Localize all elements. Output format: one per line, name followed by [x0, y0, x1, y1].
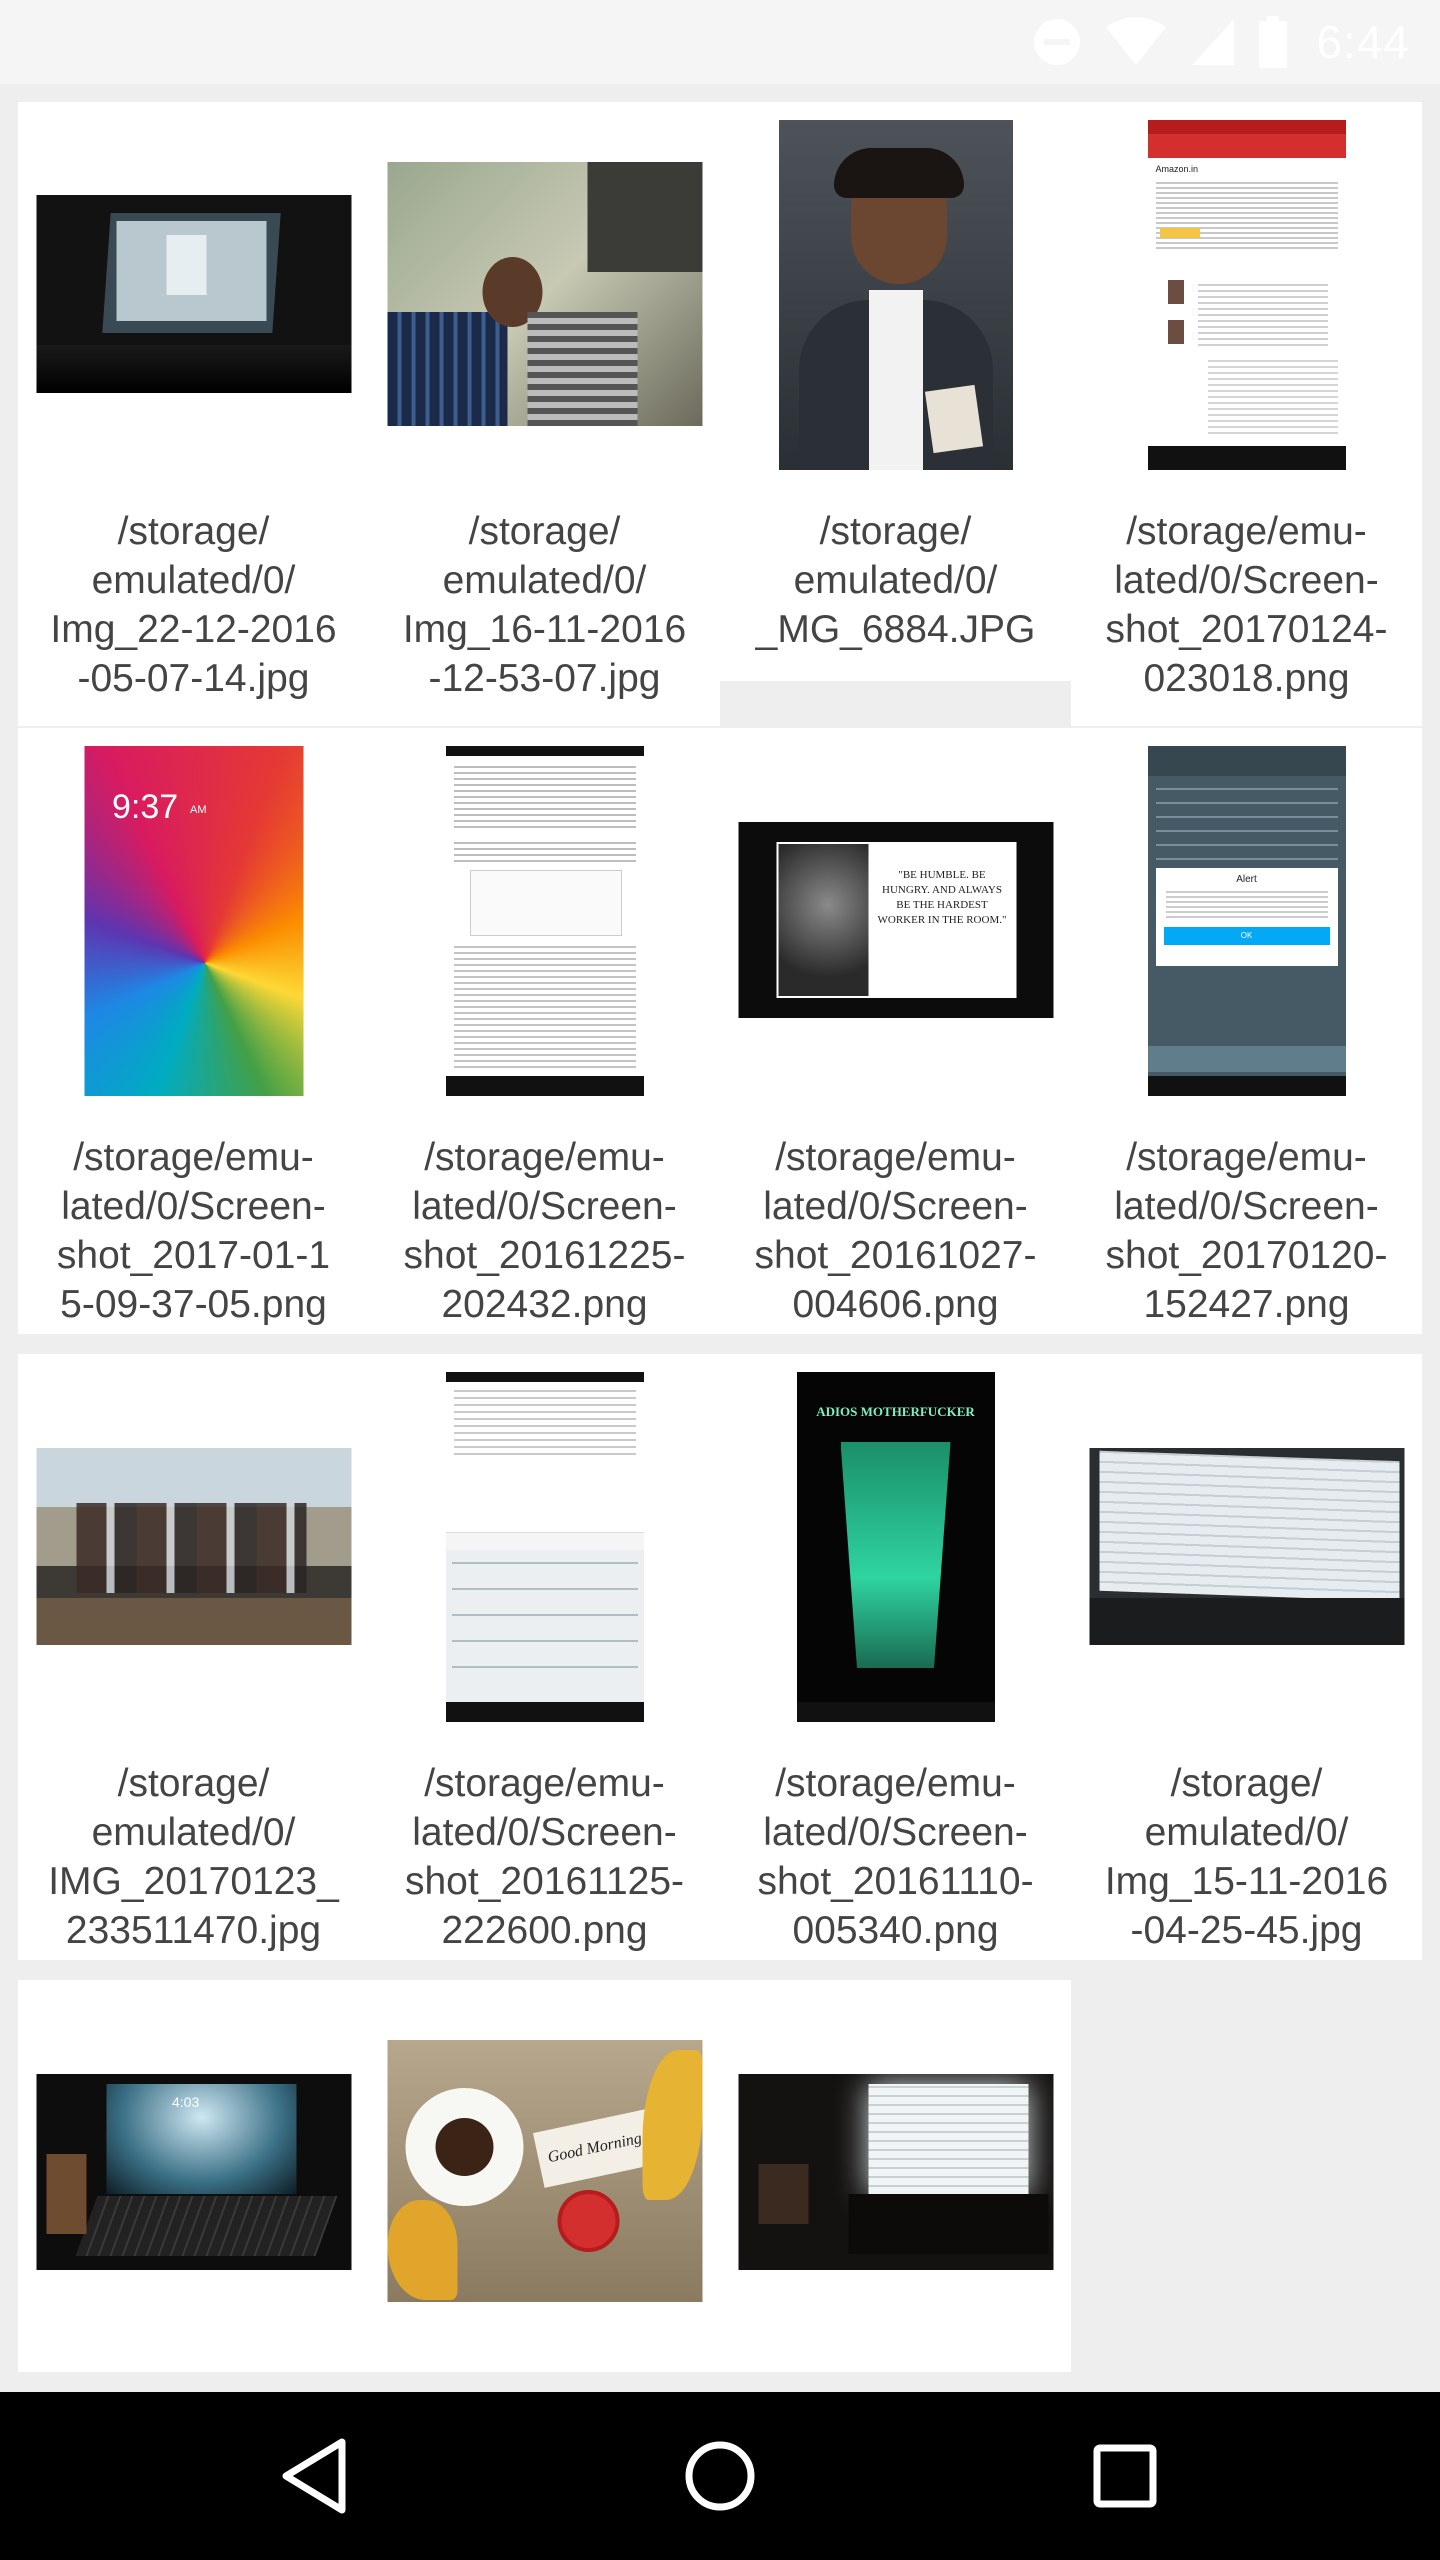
gallery-item[interactable] — [720, 1980, 1071, 2372]
recents-icon — [1093, 2444, 1157, 2508]
thumbnail-image — [36, 1448, 351, 1645]
file-path-label: /storage/emu- lated/0/Screen- shot_20161… — [403, 1136, 686, 1326]
thumbnail-image — [738, 2074, 1053, 2270]
home-icon — [685, 2441, 755, 2511]
thumbnail-image — [1089, 1448, 1404, 1645]
gallery-item[interactable]: "BE HUMBLE. BE HUNGRY. AND ALWAYS BE THE… — [720, 728, 1071, 1334]
gallery-item[interactable]: ADIOS MOTHERFUCKER /storage/emu- lated/0… — [720, 1354, 1071, 1960]
file-path-label: /storage/ emulated/0/ _MG_6884.JPG — [755, 510, 1036, 651]
thumbnail-image: "BE HUMBLE. BE HUNGRY. AND ALWAYS BE THE… — [738, 822, 1053, 1018]
thumbnail-image: 9:37 AM — [84, 746, 303, 1096]
gallery-item[interactable]: /storage/emu- lated/0/Screen- shot_20161… — [369, 1354, 720, 1960]
laptop-time-text: 4:03 — [172, 2094, 200, 2110]
gallery-item[interactable]: /storage/emu- lated/0/Screen- shot_20161… — [369, 728, 720, 1334]
lock-screen-ampm: AM — [190, 804, 207, 816]
thumbnail-image: Good Morning! — [387, 2040, 702, 2302]
gallery-item[interactable]: Alert OK /storage/emu- lated/0/Screen- s… — [1071, 728, 1422, 1334]
file-path-label: /storage/emu- lated/0/Screen- shot_20170… — [1105, 510, 1388, 700]
file-path-label: /storage/ emulated/0/ Img_22-12-2016 -05… — [50, 510, 337, 700]
home-button[interactable] — [670, 2426, 770, 2526]
gallery-item[interactable]: Amazon.in /storage/emu- lated/0/Screen- … — [1071, 102, 1422, 726]
file-path-label: /storage/ emulated/0/ Img_15-11-2016 -04… — [1104, 1762, 1389, 1952]
file-path-label: /storage/emu- lated/0/Screen- shot_20161… — [404, 1762, 685, 1952]
back-button[interactable] — [265, 2426, 365, 2526]
alert-title-text: Alert — [1236, 874, 1257, 885]
thumb-header-text: Amazon.in — [1155, 164, 1199, 174]
gallery-item[interactable]: /storage/ emulated/0/ IMG_20170123_ 2335… — [18, 1354, 369, 1960]
recents-button[interactable] — [1075, 2426, 1175, 2526]
thumbnail-image — [387, 162, 702, 426]
thumbnail-image — [778, 120, 1013, 470]
file-path-label: /storage/emu- lated/0/Screen- shot_20161… — [754, 1136, 1037, 1326]
thumbnail-image — [445, 1372, 644, 1722]
file-path-label: /storage/emu- lated/0/Screen- shot_2017-… — [56, 1136, 331, 1326]
file-path-label: /storage/emu- lated/0/Screen- shot_20170… — [1105, 1136, 1388, 1326]
quote-text: "BE HUMBLE. BE HUNGRY. AND ALWAYS BE THE… — [877, 869, 1007, 926]
thumbnail-image: Alert OK — [1147, 746, 1346, 1096]
file-path-label: /storage/ emulated/0/ Img_16-11-2016 -12… — [402, 510, 687, 700]
gallery-item[interactable]: 4:03 — [18, 1980, 369, 2372]
lock-screen-time: 9:37 — [112, 788, 179, 826]
gallery-item[interactable]: 9:37 AM /storage/emu- lated/0/Screen- sh… — [18, 728, 369, 1334]
gallery-item[interactable]: Good Morning! — [369, 1980, 720, 2372]
gallery-item[interactable]: /storage/ emulated/0/ Img_22-12-2016 -05… — [18, 102, 369, 726]
signal-icon — [1192, 19, 1235, 65]
status-time: 6:44 — [1316, 16, 1410, 68]
gallery-item[interactable]: /storage/ emulated/0/ _MG_6884.JPG — [720, 102, 1071, 681]
status-bar: 6:44 — [0, 0, 1440, 84]
do-not-disturb-icon — [1034, 19, 1081, 65]
thumbnail-image — [445, 746, 644, 1096]
alert-ok-text: OK — [1163, 927, 1330, 945]
wifi-icon — [1106, 17, 1167, 65]
thumbnail-image: Amazon.in — [1147, 120, 1346, 470]
gallery-item[interactable]: /storage/ emulated/0/ Img_15-11-2016 -04… — [1071, 1354, 1422, 1960]
navigation-bar — [0, 2392, 1440, 2560]
file-path-label: /storage/emu- lated/0/Screen- shot_20161… — [757, 1762, 1034, 1952]
file-path-label: /storage/ emulated/0/ IMG_20170123_ 2335… — [48, 1762, 339, 1952]
back-icon — [282, 2438, 346, 2514]
gallery-item[interactable]: /storage/ emulated/0/ Img_16-11-2016 -12… — [369, 102, 720, 726]
status-icons: 6:44 — [1032, 14, 1410, 70]
battery-icon — [1259, 16, 1288, 68]
drink-title-text: ADIOS MOTHERFUCKER — [816, 1404, 975, 1419]
thumbnail-image — [36, 195, 351, 393]
thumbnail-image: 4:03 — [36, 2074, 351, 2270]
thumbnail-image: ADIOS MOTHERFUCKER — [796, 1372, 995, 1722]
